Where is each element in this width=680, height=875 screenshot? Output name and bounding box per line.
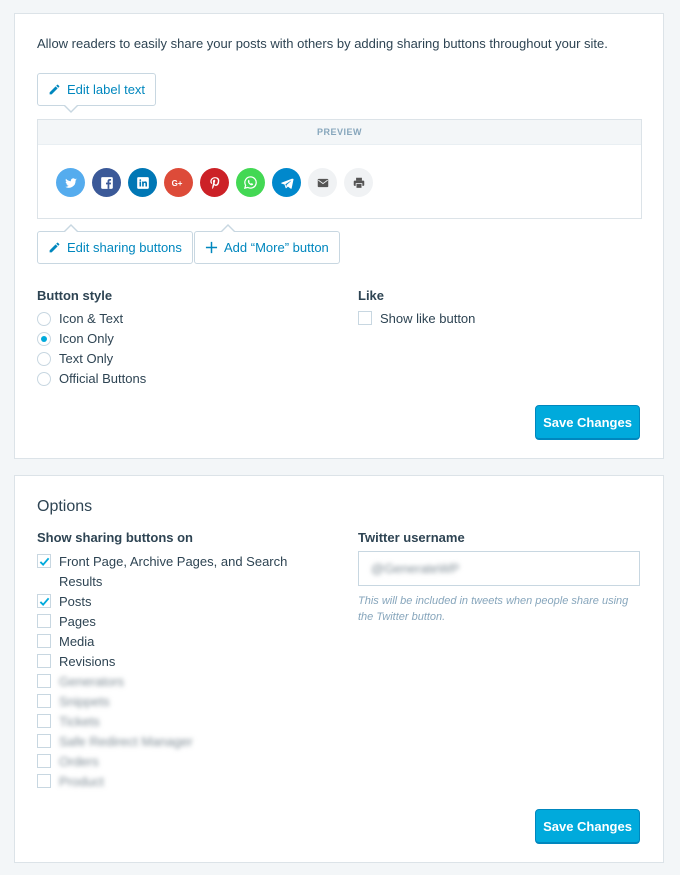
- show-on-option-label: Orders: [59, 754, 99, 769]
- twitter-username-hint: This will be included in tweets when peo…: [358, 595, 629, 623]
- add-more-button[interactable]: Add “More” button: [194, 224, 340, 264]
- show-on-option-label: Generators: [59, 674, 125, 689]
- save-changes-button[interactable]: Save Changes: [535, 809, 640, 844]
- plus-icon: [205, 241, 218, 254]
- show-on-option-label: Front Page, Archive Pages, and Search: [59, 554, 288, 569]
- google-plus-icon[interactable]: G+: [164, 168, 193, 197]
- button-style-option[interactable]: Icon Only: [37, 331, 114, 346]
- edit-label-text-label: Edit label text: [67, 82, 146, 97]
- show-on-checkbox[interactable]: [37, 754, 51, 768]
- show-on-option[interactable]: Revisions: [37, 654, 115, 669]
- share-icons-row: G+: [56, 168, 380, 197]
- show-on-option[interactable]: Safe Redirect Manager: [37, 734, 193, 749]
- button-style-radio[interactable]: [37, 312, 51, 326]
- edit-sharing-buttons-label: Edit sharing buttons: [67, 240, 182, 255]
- sharing-intro-text: Allow readers to easily share your posts…: [37, 36, 608, 51]
- checkmark-icon: [39, 557, 50, 567]
- preview-heading: PREVIEW: [38, 120, 641, 145]
- facebook-icon[interactable]: [92, 168, 121, 197]
- sharing-buttons-card: Allow readers to easily share your posts…: [14, 13, 664, 459]
- show-on-option[interactable]: Product: [37, 774, 104, 789]
- like-label: Like: [358, 288, 385, 303]
- button-style-label: Button style: [37, 288, 113, 303]
- show-on-checkbox[interactable]: [37, 634, 51, 648]
- options-card: Options Show sharing buttons on Front Pa…: [14, 475, 664, 863]
- button-style-option[interactable]: Icon & Text: [37, 311, 123, 326]
- edit-label-text-button[interactable]: Edit label text: [37, 73, 157, 113]
- show-on-checkbox[interactable]: [37, 694, 51, 708]
- email-icon[interactable]: [308, 168, 337, 197]
- show-on-option[interactable]: Posts: [37, 594, 92, 609]
- twitter-icon[interactable]: [56, 168, 85, 197]
- whatsapp-icon[interactable]: [236, 168, 265, 197]
- show-on-option-label: Results: [59, 574, 103, 589]
- show-on-option[interactable]: Snippets: [37, 694, 110, 709]
- show-on-option[interactable]: Generators: [37, 674, 124, 689]
- show-like-button-option[interactable]: Show like button: [358, 311, 475, 326]
- show-on-option[interactable]: Orders: [37, 754, 99, 769]
- button-style-option[interactable]: Official Buttons: [37, 371, 146, 386]
- telegram-icon[interactable]: [272, 168, 301, 197]
- show-on-option-label: Revisions: [59, 654, 116, 669]
- button-style-option-label: Text Only: [59, 351, 114, 366]
- show-on-checkbox[interactable]: [37, 734, 51, 748]
- show-on-checkbox[interactable]: [37, 654, 51, 668]
- print-icon[interactable]: [344, 168, 373, 197]
- button-style-option[interactable]: Text Only: [37, 351, 113, 366]
- show-on-option-label: Product: [59, 774, 104, 789]
- show-on-option-label: Pages: [59, 614, 96, 629]
- show-on-option[interactable]: Tickets: [37, 714, 100, 729]
- linkedin-icon[interactable]: [128, 168, 157, 197]
- show-on-checkbox[interactable]: [37, 614, 51, 628]
- show-on-checkbox[interactable]: [37, 774, 51, 788]
- show-like-button-checkbox[interactable]: [358, 311, 372, 325]
- show-on-option-label: Posts: [59, 594, 92, 609]
- button-style-radio[interactable]: [37, 372, 51, 386]
- options-title: Options: [37, 498, 93, 515]
- show-on-checkbox[interactable]: [37, 554, 51, 568]
- sharing-preview: PREVIEW G+: [37, 119, 642, 219]
- twitter-username-label: Twitter username: [358, 530, 465, 545]
- show-on-checkbox[interactable]: [37, 714, 51, 728]
- edit-sharing-buttons-button[interactable]: Edit sharing buttons: [37, 224, 193, 264]
- svg-text:G+: G+: [171, 178, 182, 187]
- show-on-option-label: Media: [59, 634, 95, 649]
- button-style-radio[interactable]: [37, 332, 51, 346]
- show-on-option-continuation: Results: [37, 574, 102, 589]
- show-on-option-label: Tickets: [59, 714, 100, 729]
- twitter-username-input[interactable]: @GenerateWP: [358, 551, 640, 586]
- show-on-checkbox[interactable]: [37, 674, 51, 688]
- save-changes-button[interactable]: Save Changes: [535, 405, 640, 440]
- button-style-radio[interactable]: [37, 352, 51, 366]
- add-more-button-label: Add “More” button: [224, 240, 329, 255]
- show-on-checkbox[interactable]: [37, 594, 51, 608]
- pencil-icon: [49, 242, 60, 253]
- show-on-option[interactable]: Front Page, Archive Pages, and Search: [37, 554, 287, 569]
- show-sharing-on-label: Show sharing buttons on: [37, 530, 193, 545]
- show-on-option-label: Snippets: [59, 694, 110, 709]
- button-style-option-label: Icon & Text: [59, 311, 124, 326]
- show-on-option[interactable]: Media: [37, 634, 94, 649]
- pencil-icon: [49, 84, 60, 95]
- pinterest-icon[interactable]: [200, 168, 229, 197]
- button-style-option-label: Icon Only: [59, 331, 114, 346]
- show-on-option-label: Safe Redirect Manager: [59, 734, 193, 749]
- checkmark-icon: [39, 597, 50, 607]
- twitter-username-value: @GenerateWP: [371, 561, 460, 576]
- show-like-button-label: Show like button: [380, 311, 476, 326]
- show-on-option[interactable]: Pages: [37, 614, 96, 629]
- button-style-option-label: Official Buttons: [59, 371, 147, 386]
